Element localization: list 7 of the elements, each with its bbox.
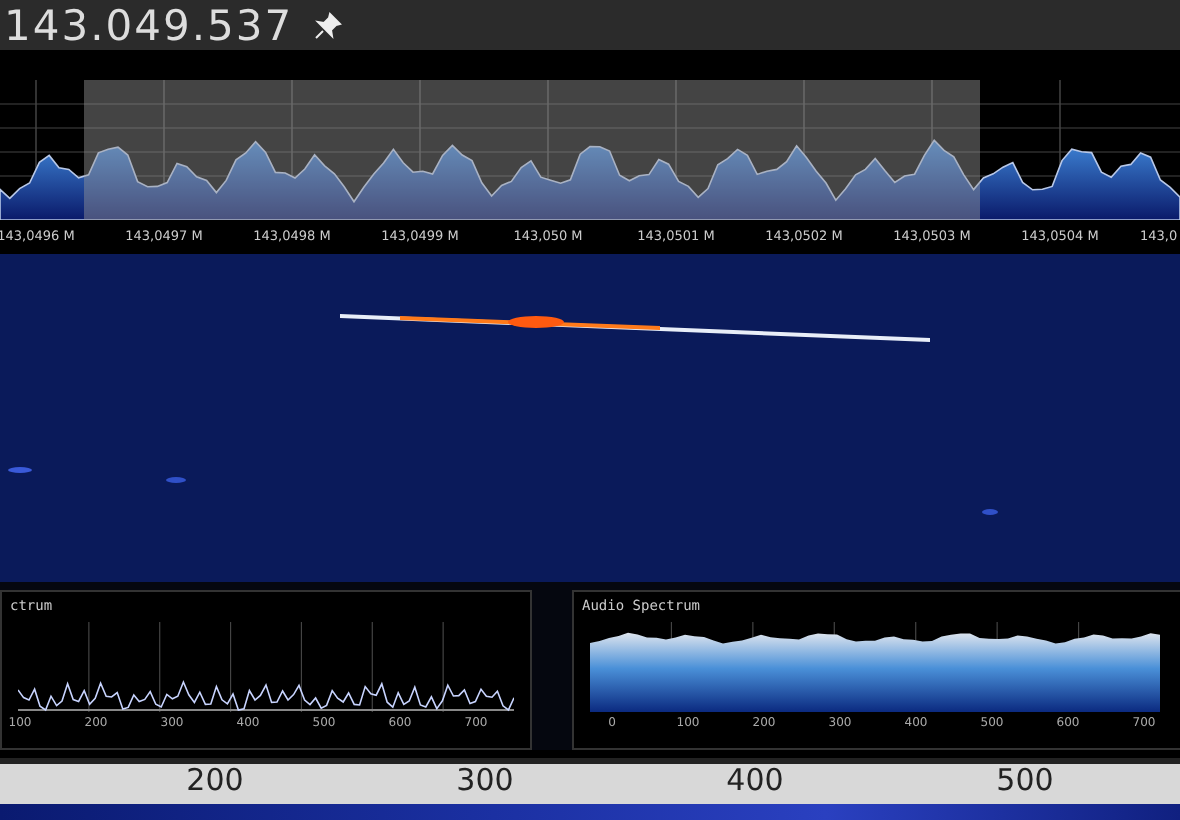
- scale-label: 500: [994, 764, 1056, 802]
- scale-label: 300: [454, 764, 516, 802]
- scale-label: 400: [724, 764, 786, 802]
- frequency-readout: 143.049.537: [4, 1, 294, 49]
- selection-overlay[interactable]: [84, 80, 980, 220]
- pin-icon[interactable]: [313, 11, 342, 39]
- scale-label: 200: [184, 764, 246, 802]
